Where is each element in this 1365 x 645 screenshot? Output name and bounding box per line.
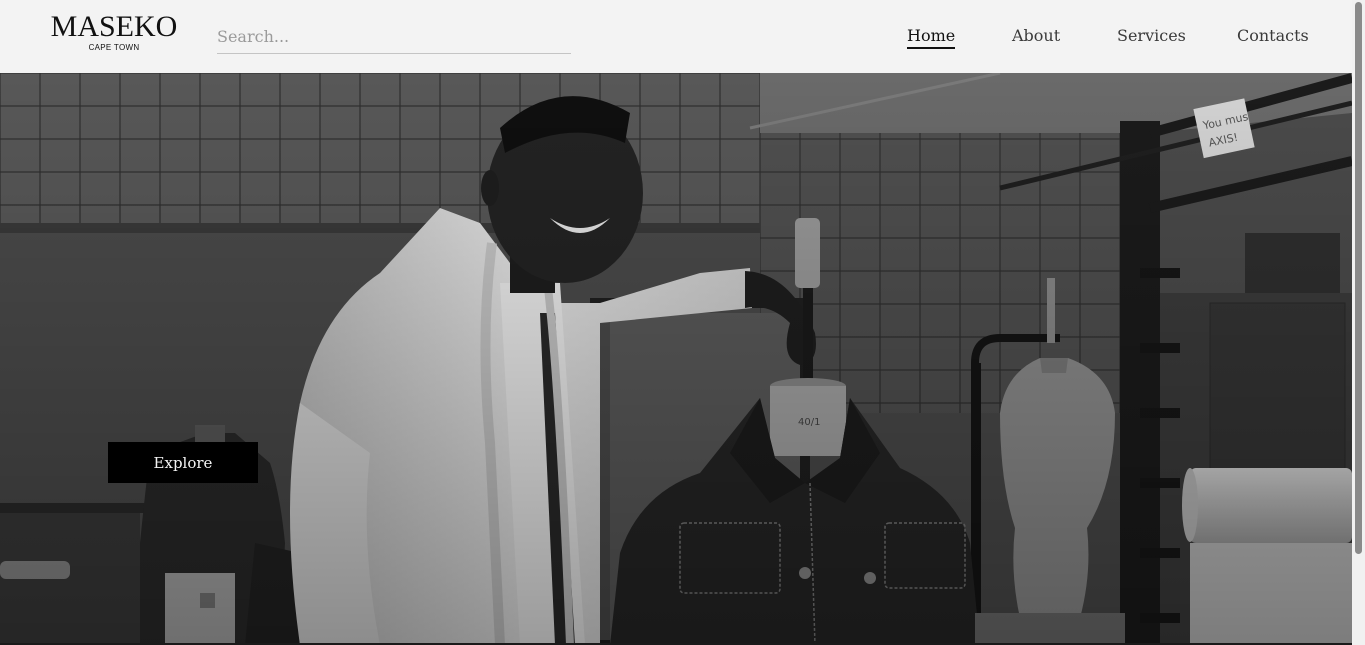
nav-services[interactable]: Services — [1117, 26, 1186, 46]
page-scrollbar[interactable] — [1352, 0, 1365, 645]
scrollbar-thumb[interactable] — [1355, 2, 1362, 554]
nav-contacts[interactable]: Contacts — [1237, 26, 1309, 46]
hero-banner: You mus AXIS! — [0, 73, 1352, 645]
explore-button[interactable]: Explore — [108, 442, 258, 483]
nav-about[interactable]: About — [1012, 26, 1060, 46]
hero-photo: You mus AXIS! — [0, 73, 1352, 645]
main-nav: Home About Services Contacts — [0, 26, 1352, 50]
nav-home[interactable]: Home — [907, 26, 956, 49]
site-header: MASEKO CAPE TOWN Home About Services Con… — [0, 0, 1352, 73]
